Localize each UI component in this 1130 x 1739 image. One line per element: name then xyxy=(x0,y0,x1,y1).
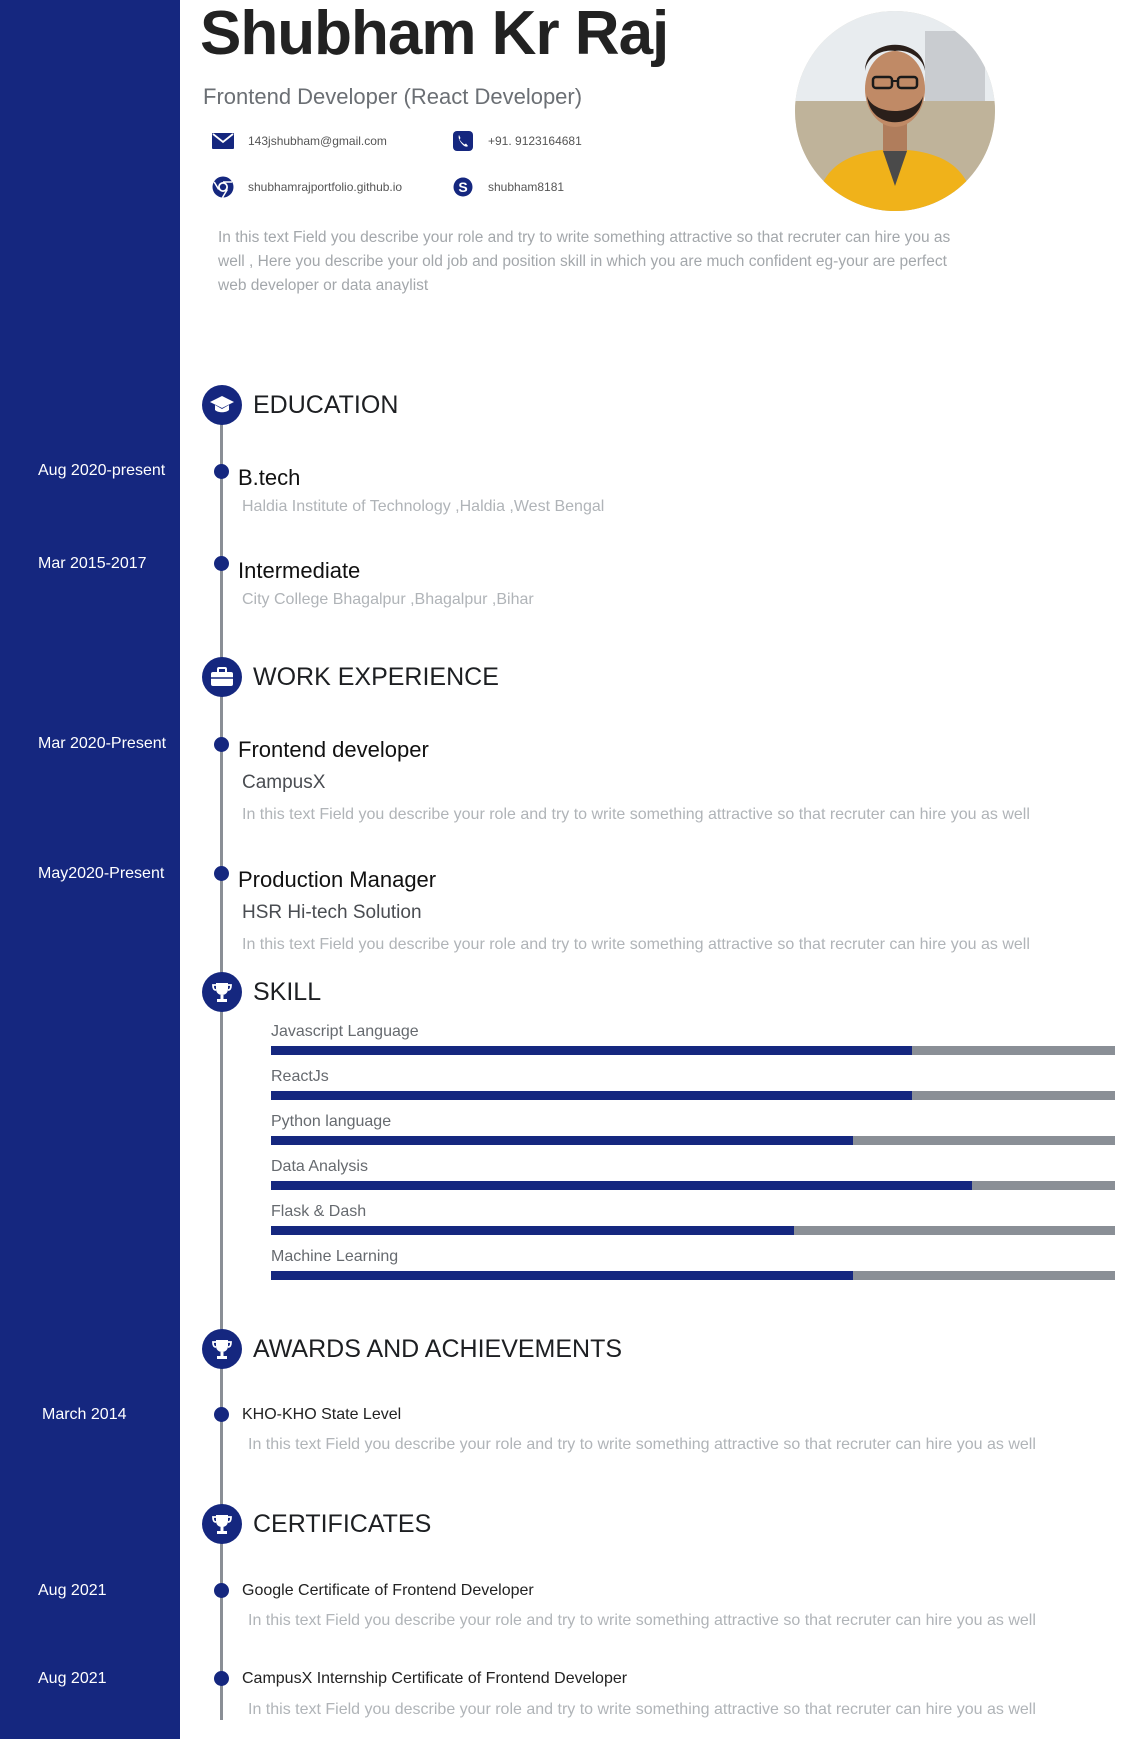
skill-bar xyxy=(271,1181,1115,1190)
certificate-date: Aug 2021 xyxy=(38,1670,107,1687)
skill-bar-fill xyxy=(271,1046,913,1055)
education-degree: Intermediate xyxy=(238,558,361,583)
skill-bar-fill xyxy=(271,1271,854,1280)
skill-label: Python language xyxy=(271,1113,392,1130)
work-description: In this text Field you describe your rol… xyxy=(242,936,1030,953)
work-date: Mar 2020-Present xyxy=(38,735,167,752)
timeline-dot xyxy=(214,556,229,571)
timeline-dot xyxy=(214,464,229,479)
certificate-title: Google Certificate of Frontend Developer xyxy=(242,1582,534,1599)
timeline-dot xyxy=(214,1671,229,1686)
award-title: KHO-KHO State Level xyxy=(242,1406,402,1423)
skill-label: Machine Learning xyxy=(271,1248,399,1265)
awards-section-icon xyxy=(202,1329,242,1369)
skill-bar-fill xyxy=(271,1091,913,1100)
email-icon xyxy=(212,130,234,152)
work-company: HSR Hi-tech Solution xyxy=(242,902,422,923)
skype-icon: S xyxy=(452,176,474,198)
education-school: City College Bhagalpur ,Bhagalpur ,Bihar xyxy=(242,591,534,608)
certificate-title: CampusX Internship Certificate of Fronte… xyxy=(242,1670,628,1687)
website-text: shubhamrajportfolio.github.io xyxy=(248,180,403,194)
candidate-name: Shubham Kr Raj xyxy=(200,0,669,68)
email-text: 143jshubham@gmail.com xyxy=(248,134,387,148)
skill-bar-fill xyxy=(271,1226,795,1235)
skill-heading: SKILL xyxy=(253,978,322,1006)
work-role: Frontend developer xyxy=(238,737,429,762)
graduation-cap-icon xyxy=(210,396,234,413)
work-date: May2020-Present xyxy=(38,865,165,882)
svg-text:S: S xyxy=(458,179,467,195)
award-date: March 2014 xyxy=(42,1406,127,1423)
phone-contact[interactable]: +91. 9123164681 xyxy=(452,130,582,152)
timeline-dot xyxy=(214,1583,229,1598)
certificate-date: Aug 2021 xyxy=(38,1582,107,1599)
phone-text: +91. 9123164681 xyxy=(488,134,582,148)
award-description: In this text Field you describe your rol… xyxy=(248,1436,1036,1453)
work-heading: WORK EXPERIENCE xyxy=(253,663,499,691)
phone-icon xyxy=(452,130,474,152)
profile-photo xyxy=(795,11,995,211)
trophy-icon xyxy=(212,983,232,1002)
skill-section-icon xyxy=(202,972,242,1012)
skill-bar xyxy=(271,1136,1115,1145)
job-title: Frontend Developer (React Developer) xyxy=(203,84,583,109)
skill-bar-fill xyxy=(271,1136,854,1145)
education-date: Mar 2015-2017 xyxy=(38,555,147,572)
skill-label: Flask & Dash xyxy=(271,1203,367,1220)
certificates-heading: CERTIFICATES xyxy=(253,1510,432,1538)
timeline-dot xyxy=(214,866,229,881)
education-section-icon xyxy=(202,385,242,425)
skill-label: ReactJs xyxy=(271,1068,329,1085)
certificate-description: In this text Field you describe your rol… xyxy=(248,1612,1036,1629)
skill-bar-fill xyxy=(271,1181,972,1190)
skill-bar xyxy=(271,1046,1115,1055)
chrome-icon xyxy=(212,176,234,198)
skill-bar xyxy=(271,1271,1115,1280)
certificate-description: In this text Field you describe your rol… xyxy=(248,1701,1036,1718)
skill-label: Data Analysis xyxy=(271,1158,368,1175)
work-section-icon xyxy=(202,657,242,697)
skill-label: Javascript Language xyxy=(271,1023,419,1040)
trophy-icon xyxy=(212,1515,232,1534)
certificates-section-icon xyxy=(202,1504,242,1544)
education-school: Haldia Institute of Technology ,Haldia ,… xyxy=(242,498,605,515)
education-heading: EDUCATION xyxy=(253,391,399,419)
briefcase-icon xyxy=(211,667,233,686)
skill-bar xyxy=(271,1226,1115,1235)
work-role: Production Manager xyxy=(238,867,437,892)
skill-bar xyxy=(271,1091,1115,1100)
work-description: In this text Field you describe your rol… xyxy=(242,806,1030,823)
skype-text: shubham8181 xyxy=(488,180,565,194)
intro-paragraph: In this text Field you describe your rol… xyxy=(218,229,951,294)
timeline-dot xyxy=(214,737,229,752)
timeline-dot xyxy=(214,1407,229,1422)
skype-contact[interactable]: S shubham8181 xyxy=(452,176,564,198)
email-contact[interactable]: 143jshubham@gmail.com xyxy=(212,130,387,152)
work-company: CampusX xyxy=(242,772,326,793)
trophy-icon xyxy=(212,1340,232,1359)
sidebar: Aug 2020-present Mar 2015-2017 Mar 2020-… xyxy=(0,0,180,1739)
awards-heading: AWARDS AND ACHIEVEMENTS xyxy=(253,1335,623,1363)
education-date: Aug 2020-present xyxy=(38,462,166,479)
website-contact[interactable]: shubhamrajportfolio.github.io xyxy=(212,176,402,198)
education-degree: B.tech xyxy=(238,465,301,490)
